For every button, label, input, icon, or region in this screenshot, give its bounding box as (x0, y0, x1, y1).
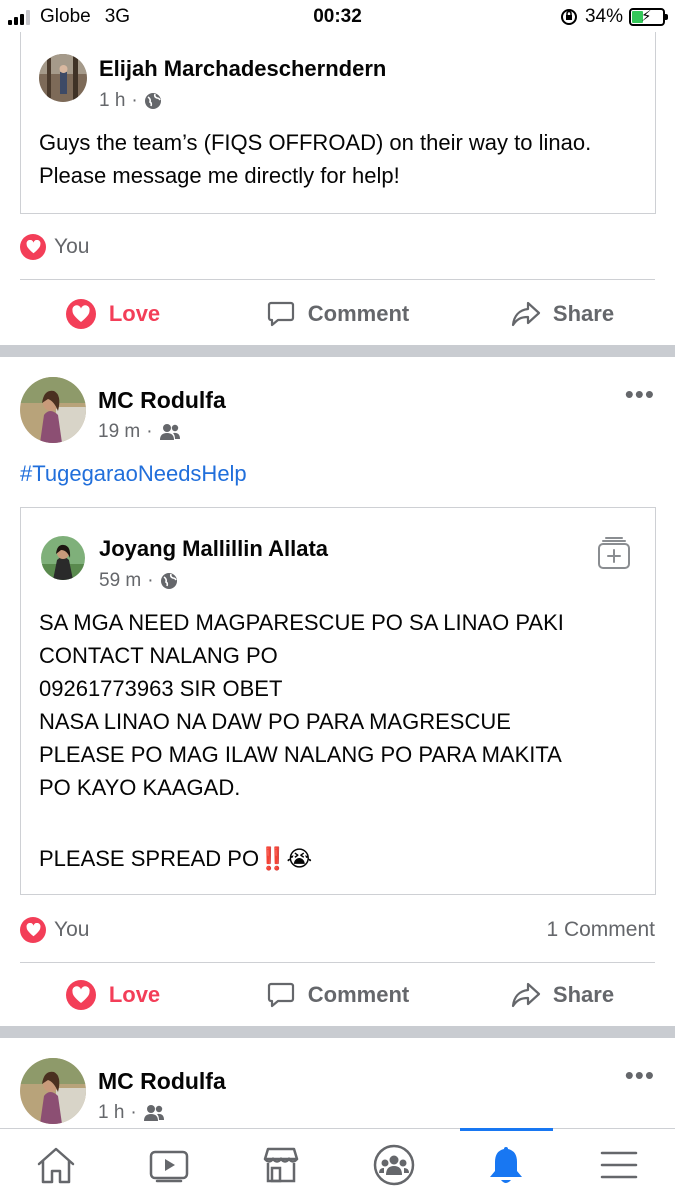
meta-dot: · (130, 1102, 137, 1123)
orientation-lock-icon (560, 9, 577, 25)
friends-icon (159, 424, 180, 440)
avatar[interactable] (39, 54, 87, 102)
share-icon (511, 982, 541, 1008)
post-actions: Love Comment Share (0, 282, 675, 346)
menu-icon (600, 1151, 637, 1178)
video-icon (149, 1150, 188, 1182)
love-icon (65, 299, 96, 329)
meta-dot: · (131, 90, 138, 111)
author-name[interactable]: MC Rodulfa (98, 1068, 226, 1095)
post-time[interactable]: 1 h (98, 1102, 124, 1124)
home-icon (38, 1147, 75, 1183)
post-actions: Love Comment Share (0, 963, 675, 1027)
text-line: SA MGA NEED MAGPARESCUE PO SA LINAO PAKI (39, 610, 564, 635)
comment-icon (267, 982, 294, 1008)
meta-dot: · (146, 421, 153, 442)
meta-dot: · (147, 570, 154, 591)
tab-watch[interactable] (113, 1129, 226, 1200)
share-button[interactable]: Share (450, 963, 675, 1027)
text-line: PO KAYO KAAGAD. (39, 775, 241, 800)
marketplace-icon (264, 1147, 299, 1182)
more-options-icon[interactable]: ••• (625, 1060, 655, 1091)
more-options-icon[interactable]: ••• (625, 379, 655, 410)
love-reaction-icon (20, 917, 46, 943)
phone-number: 09261773963 SIR OBET (39, 676, 283, 701)
comment-icon (267, 301, 294, 327)
post-2: MC Rodulfa 19 m · ••• #TugegaraoNeedsHel… (0, 357, 675, 1027)
post-time[interactable]: 19 m (98, 421, 140, 443)
notifications-icon (490, 1146, 523, 1183)
shared-post-card[interactable]: Elijah Marchadescherndern 1 h · Guys the… (20, 32, 656, 214)
battery-icon: ⚡ (629, 8, 668, 26)
post-text: Guys the team’s (FIQS OFFROAD) on their … (39, 130, 592, 188)
text-line: NASA LINAO NA DAW PO PARA MAGRESCUE (39, 709, 511, 734)
reaction-summary[interactable]: You (20, 230, 655, 264)
battery-percent: 34% (584, 6, 623, 27)
post-time[interactable]: 1 h (99, 90, 125, 112)
comment-label: Comment (307, 301, 410, 326)
text-line: PLEASE PO MAG ILAW NALANG PO PARA MAKITA (39, 742, 562, 767)
love-icon (65, 980, 96, 1010)
avatar[interactable] (41, 536, 85, 580)
groups-icon (373, 1144, 414, 1185)
divider (20, 279, 655, 280)
comment-label: Comment (307, 982, 410, 1007)
shared-post-card[interactable]: Joyang Mallillin Allata 59 m · SA MGA NE… (20, 507, 656, 895)
tab-marketplace[interactable] (225, 1129, 338, 1200)
comment-button[interactable]: Comment (225, 963, 450, 1027)
tab-notifications[interactable] (450, 1128, 563, 1200)
status-bar: Globe 3G 00:32 34% ⚡ (0, 0, 675, 34)
share-icon (511, 301, 541, 327)
share-label: Share (552, 982, 615, 1007)
post-1: Elijah Marchadescherndern 1 h · Guys the… (0, 32, 675, 346)
reaction-you: You (54, 918, 90, 941)
feed-separator (0, 345, 675, 357)
author-name[interactable]: Joyang Mallillin Allata (99, 536, 328, 562)
love-label: Love (108, 982, 161, 1007)
shared-post-text: SA MGA NEED MAGPARESCUE PO SA LINAO PAKI… (39, 606, 649, 875)
text-line: PLEASE SPREAD PO‼️😭 (39, 846, 313, 871)
hashtag-link[interactable]: #TugegaraoNeedsHelp (20, 461, 247, 487)
author-name[interactable]: MC Rodulfa (98, 387, 226, 414)
friends-icon (143, 1105, 164, 1121)
tab-groups[interactable] (338, 1129, 451, 1200)
reaction-summary[interactable]: You 1 Comment (20, 913, 655, 947)
text-line: CONTACT NALANG PO (39, 643, 278, 668)
avatar[interactable] (20, 377, 86, 443)
save-collection-icon[interactable] (597, 536, 631, 570)
post-time[interactable]: 59 m (99, 570, 141, 592)
love-reaction-icon (20, 234, 46, 260)
avatar[interactable] (20, 1058, 86, 1124)
globe-icon (160, 573, 177, 589)
comment-button[interactable]: Comment (225, 282, 450, 346)
love-button[interactable]: Love (0, 282, 225, 346)
tab-home[interactable] (0, 1129, 113, 1200)
tab-menu[interactable] (563, 1129, 675, 1200)
reaction-you: You (54, 235, 90, 258)
share-label: Share (552, 301, 615, 326)
love-button[interactable]: Love (0, 963, 225, 1027)
bottom-tab-bar (0, 1128, 675, 1200)
author-name[interactable]: Elijah Marchadescherndern (99, 56, 386, 82)
globe-icon (144, 93, 161, 109)
feed-separator (0, 1026, 675, 1038)
comment-count[interactable]: 1 Comment (546, 918, 655, 942)
love-label: Love (108, 301, 161, 326)
post-3: MC Rodulfa 1 h · ••• (0, 1038, 675, 1128)
share-button[interactable]: Share (450, 282, 675, 346)
